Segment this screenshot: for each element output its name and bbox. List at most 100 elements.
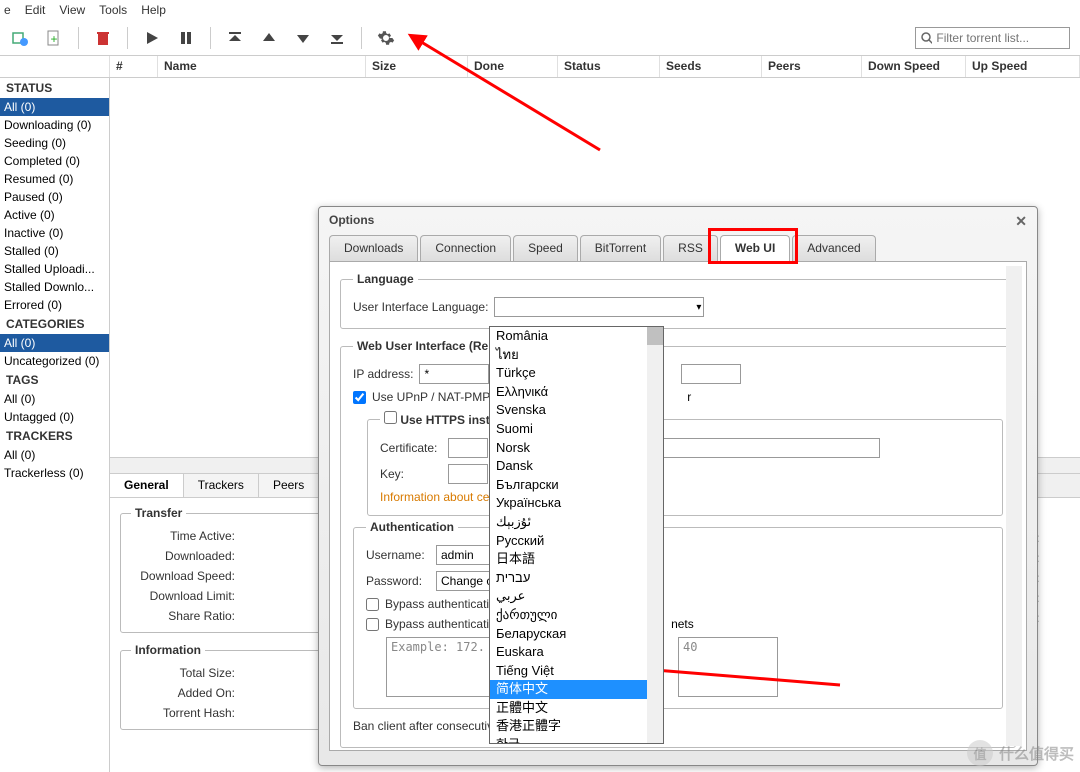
language-option[interactable]: Русский [490, 532, 663, 551]
sidebar-item[interactable]: Active (0) [0, 206, 109, 224]
dialog-close-button[interactable]: ✕ [1015, 213, 1027, 229]
cert-input[interactable] [448, 438, 488, 458]
upnp-label: Use UPnP / NAT-PMP [372, 390, 490, 404]
language-option[interactable]: 正體中文 [490, 699, 663, 718]
language-option[interactable]: Български [490, 476, 663, 495]
subnet-textarea[interactable]: Example: 172. [386, 637, 496, 697]
sidebar-item[interactable]: All (0) [0, 334, 109, 352]
language-option[interactable]: عربي [490, 587, 663, 606]
column-header[interactable]: Done [468, 56, 558, 77]
dropdown-scrollbar[interactable] [647, 327, 663, 743]
menu-item[interactable]: Help [141, 3, 166, 17]
https-info-link[interactable]: Information about certi [380, 490, 499, 504]
sidebar-item[interactable]: Seeding (0) [0, 134, 109, 152]
language-option[interactable]: 한글 [490, 736, 663, 744]
menu-item[interactable]: View [59, 3, 85, 17]
sidebar-item[interactable]: All (0) [0, 446, 109, 464]
sidebar-item[interactable]: All (0) [0, 390, 109, 408]
sidebar-group-header: CATEGORIES [0, 314, 109, 334]
cert-input2[interactable] [660, 438, 880, 458]
language-option[interactable]: עברית [490, 569, 663, 588]
field-label: Download Speed: [131, 569, 241, 583]
language-option[interactable]: Svenska [490, 401, 663, 420]
sidebar-item[interactable]: Stalled Uploadi... [0, 260, 109, 278]
column-header[interactable]: # [110, 56, 158, 77]
sidebar-item[interactable]: Untagged (0) [0, 408, 109, 426]
pause-button[interactable] [170, 24, 202, 52]
language-option[interactable]: 简体中文 [490, 680, 663, 699]
sidebar-item[interactable]: Paused (0) [0, 188, 109, 206]
column-header[interactable]: Status [558, 56, 660, 77]
language-option[interactable]: Türkçe [490, 364, 663, 383]
column-header[interactable]: Size [366, 56, 468, 77]
tab-trackers[interactable]: Trackers [184, 474, 259, 497]
language-option[interactable]: Norsk [490, 439, 663, 458]
https-checkbox[interactable] [384, 411, 397, 424]
play-button[interactable] [136, 24, 168, 52]
port-input[interactable] [681, 364, 741, 384]
sidebar-item[interactable]: Completed (0) [0, 152, 109, 170]
settings-button[interactable] [370, 24, 402, 52]
language-option[interactable]: Tiếng Việt [490, 662, 663, 681]
column-header[interactable]: Name [158, 56, 366, 77]
menu-item[interactable]: Edit [25, 3, 46, 17]
sidebar-item[interactable]: Trackerless (0) [0, 464, 109, 482]
language-option[interactable]: Українська [490, 494, 663, 513]
language-option[interactable]: ไทย [490, 346, 663, 365]
language-option[interactable]: 香港正體字 [490, 717, 663, 736]
add-link-button[interactable] [4, 24, 36, 52]
sidebar-item[interactable]: Uncategorized (0) [0, 352, 109, 370]
dialog-tab[interactable]: Downloads [329, 235, 418, 261]
key-input[interactable] [448, 464, 488, 484]
language-option[interactable]: ئۇزبېك [490, 513, 663, 532]
language-option[interactable]: ქართული [490, 606, 663, 625]
sidebar-group-header: TRACKERS [0, 426, 109, 446]
move-up-button[interactable] [253, 24, 285, 52]
move-top-button[interactable] [219, 24, 251, 52]
filter-search-input[interactable] [936, 31, 1065, 45]
column-header[interactable]: Up Speed [966, 56, 1080, 77]
dialog-tab[interactable]: BitTorrent [580, 235, 661, 261]
subnet-textarea2[interactable]: 40 [678, 637, 778, 697]
language-select[interactable] [494, 297, 704, 317]
language-option[interactable]: 日本語 [490, 550, 663, 569]
bypass1-checkbox[interactable] [366, 598, 379, 611]
dialog-tab[interactable]: Connection [420, 235, 511, 261]
sidebar-item[interactable]: All (0) [0, 98, 109, 116]
language-option[interactable]: Беларуская [490, 625, 663, 644]
delete-button[interactable] [87, 24, 119, 52]
language-option[interactable]: Suomi [490, 420, 663, 439]
upnp-checkbox[interactable] [353, 391, 366, 404]
language-dropdown[interactable]: RomâniaไทยTürkçeΕλληνικάSvenskaSuomiNors… [489, 326, 664, 744]
column-header[interactable]: Down Speed [862, 56, 966, 77]
sidebar-item[interactable]: Stalled Downlo... [0, 278, 109, 296]
dialog-scrollbar[interactable] [1006, 266, 1022, 746]
webui-tab-highlight [708, 228, 798, 264]
move-bottom-button[interactable] [321, 24, 353, 52]
move-down-button[interactable] [287, 24, 319, 52]
ip-input[interactable] [419, 364, 489, 384]
menu-item[interactable]: e [4, 3, 11, 17]
dialog-tab[interactable]: Speed [513, 235, 578, 261]
language-option[interactable]: Dansk [490, 457, 663, 476]
watermark-icon: 值 [967, 740, 993, 766]
language-option[interactable]: Euskara [490, 643, 663, 662]
tab-peers[interactable]: Peers [259, 474, 319, 497]
password-input[interactable] [436, 571, 496, 591]
bypass2-checkbox[interactable] [366, 618, 379, 631]
menu-item[interactable]: Tools [99, 3, 127, 17]
sidebar-item[interactable]: Stalled (0) [0, 242, 109, 260]
dialog-tab[interactable]: Advanced [792, 235, 875, 261]
language-option[interactable]: România [490, 327, 663, 346]
sidebar-item[interactable]: Downloading (0) [0, 116, 109, 134]
language-option[interactable]: Ελληνικά [490, 383, 663, 402]
add-file-button[interactable]: + [38, 24, 70, 52]
username-input[interactable] [436, 545, 496, 565]
column-header[interactable]: Seeds [660, 56, 762, 77]
tab-general[interactable]: General [110, 474, 184, 497]
column-header[interactable]: Peers [762, 56, 862, 77]
sidebar-item[interactable]: Inactive (0) [0, 224, 109, 242]
filter-search-box[interactable] [915, 27, 1070, 49]
sidebar-item[interactable]: Resumed (0) [0, 170, 109, 188]
sidebar-item[interactable]: Errored (0) [0, 296, 109, 314]
